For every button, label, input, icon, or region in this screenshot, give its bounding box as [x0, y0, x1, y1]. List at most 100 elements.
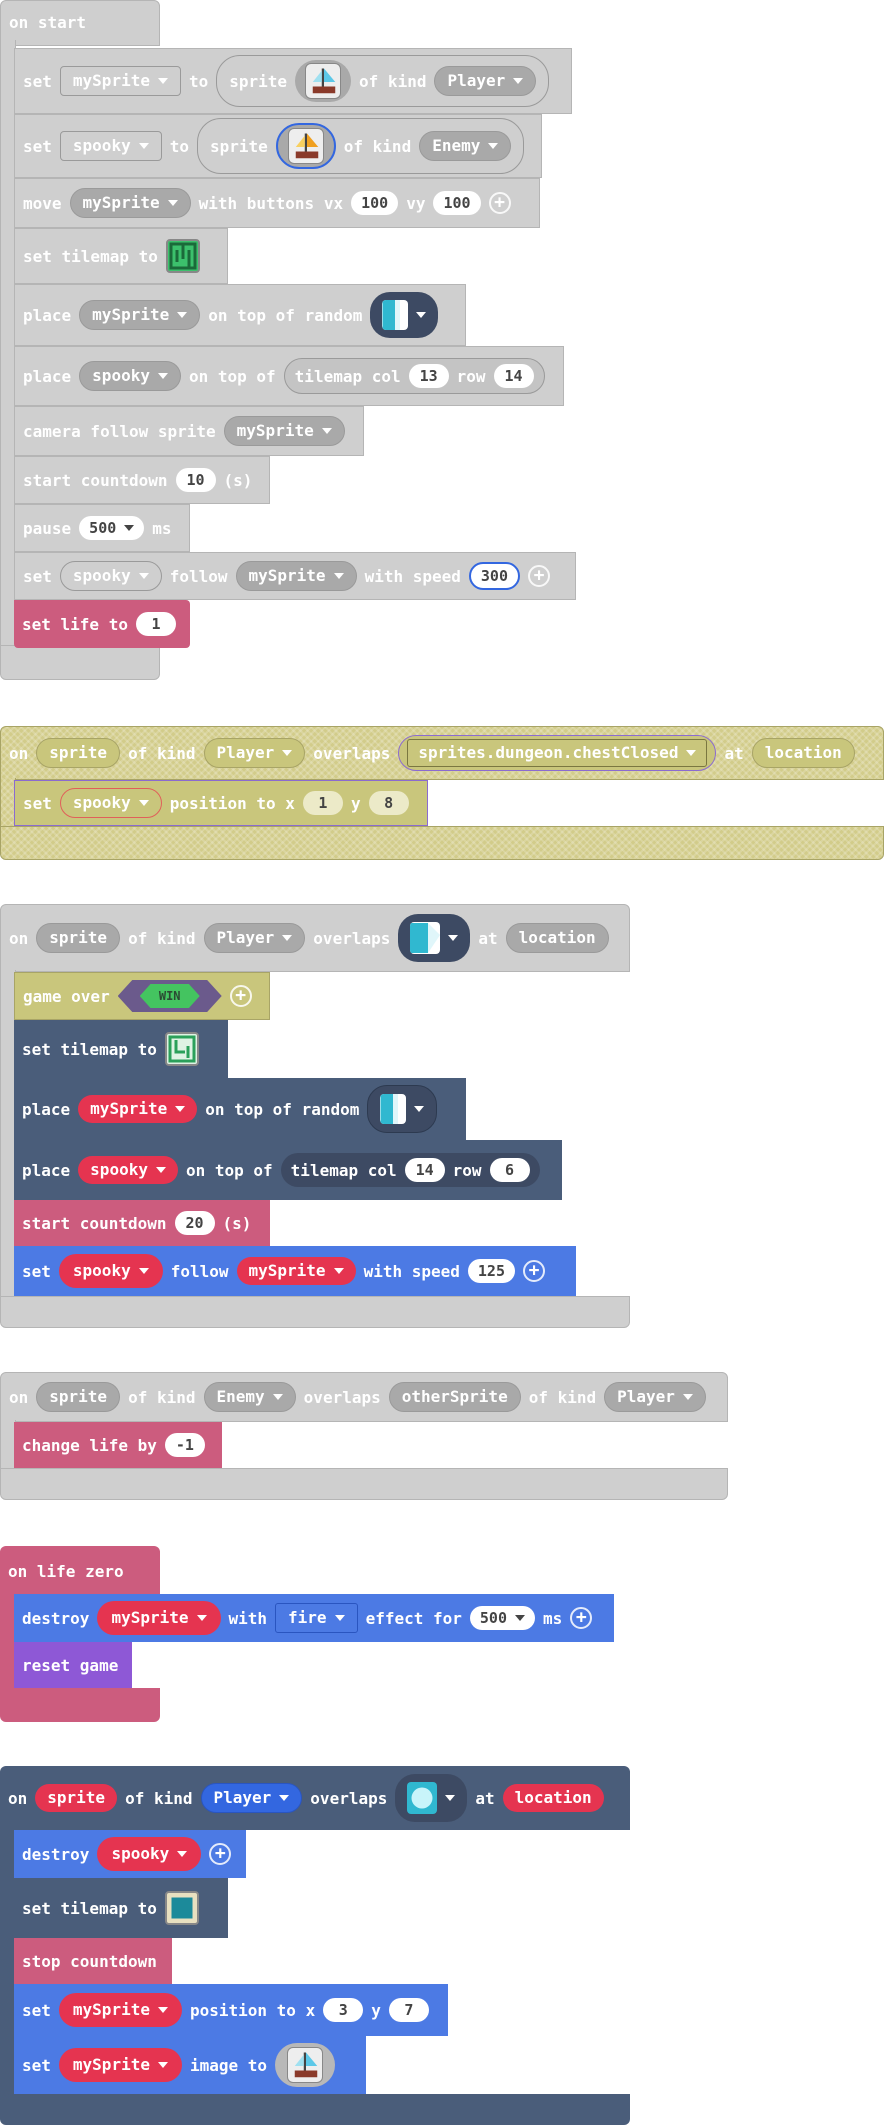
- kind-dropdown-enemy[interactable]: Enemy: [419, 131, 512, 161]
- tilemap-thumbnail-icon[interactable]: [165, 239, 200, 273]
- x-input[interactable]: 1: [302, 791, 343, 815]
- variable-dropdown[interactable]: spooky: [78, 1156, 178, 1184]
- sprite-create-block[interactable]: sprite of kind Player: [216, 55, 550, 107]
- plus-circle-icon[interactable]: +: [209, 1843, 232, 1865]
- plus-circle-icon[interactable]: +: [522, 1260, 545, 1282]
- tilemap-thumbnail-icon[interactable]: [164, 1032, 199, 1066]
- variable-dropdown[interactable]: mySprite: [78, 1095, 198, 1123]
- camera-follow-block[interactable]: camera follow sprite mySprite: [14, 406, 364, 456]
- sprite-create-block[interactable]: sprite of kind Enemy: [196, 118, 525, 174]
- overlap-chest-hat[interactable]: on sprite of kind Player overlaps sprite…: [0, 726, 884, 780]
- speed-input[interactable]: 300: [468, 562, 520, 590]
- variable-dropdown[interactable]: mySprite: [223, 416, 345, 446]
- overlap-final-hat[interactable]: on sprite of kind Player overlaps at loc…: [0, 1766, 630, 1830]
- col-input[interactable]: 13: [408, 364, 449, 388]
- location-param[interactable]: location: [502, 1784, 604, 1812]
- col-input[interactable]: 14: [404, 1158, 445, 1182]
- set-position-block[interactable]: set spooky position to x 1 y 8: [14, 780, 428, 826]
- sprite-param[interactable]: sprite: [36, 923, 121, 953]
- row-input[interactable]: 6: [489, 1158, 530, 1182]
- sprite-param[interactable]: sprite: [36, 1382, 121, 1412]
- kind-dropdown-enemy[interactable]: Enemy: [203, 1382, 296, 1412]
- on-life-zero-hat[interactable]: on life zero: [0, 1546, 160, 1596]
- place-tilemap-block[interactable]: place spooky on top of tilemap col 13 ro…: [14, 346, 564, 406]
- life-delta-input[interactable]: -1: [164, 1433, 205, 1457]
- image-field[interactable]: [275, 2043, 336, 2087]
- place-tilemap-block[interactable]: place spooky on top of tilemap col 14 ro…: [14, 1140, 562, 1200]
- tilemap-location-block[interactable]: tilemap col 13 row 14: [283, 358, 545, 394]
- set-tilemap-block[interactable]: set tilemap to: [14, 228, 228, 284]
- enemy-overlap-hat[interactable]: on sprite of kind Enemy overlaps otherSp…: [0, 1372, 728, 1422]
- y-input[interactable]: 8: [368, 791, 409, 815]
- plus-circle-icon[interactable]: +: [570, 1607, 593, 1629]
- follow-block[interactable]: set spooky follow mySprite with speed 30…: [14, 552, 576, 600]
- start-countdown-block[interactable]: start countdown 10 (s): [14, 456, 270, 504]
- game-over-block[interactable]: game over WIN +: [14, 972, 270, 1020]
- tilemap-thumbnail-icon[interactable]: [164, 1891, 199, 1925]
- sprite-param[interactable]: sprite: [36, 738, 121, 768]
- vx-input[interactable]: 100: [351, 191, 399, 215]
- variable-dropdown[interactable]: mySprite: [97, 1601, 221, 1635]
- kind-dropdown-player[interactable]: Player: [203, 923, 306, 953]
- start-countdown-block[interactable]: start countdown 20 (s): [14, 1200, 270, 1246]
- change-life-block[interactable]: change life by -1: [14, 1422, 222, 1468]
- variable-dropdown[interactable]: spooky: [59, 788, 162, 818]
- plus-circle-icon[interactable]: +: [229, 985, 252, 1007]
- y-input[interactable]: 7: [388, 1998, 429, 2022]
- location-param[interactable]: location: [505, 923, 609, 953]
- duration-dropdown[interactable]: 500: [469, 1606, 535, 1630]
- variable-dropdown[interactable]: spooky: [79, 361, 181, 391]
- variable-dropdown[interactable]: spooky: [97, 1837, 202, 1871]
- life-input[interactable]: 1: [135, 612, 176, 636]
- countdown-input[interactable]: 10: [175, 468, 216, 492]
- row-input[interactable]: 14: [493, 364, 534, 388]
- tile-picker[interactable]: [367, 1085, 438, 1133]
- variable-dropdown[interactable]: mySprite: [79, 300, 201, 330]
- variable-dropdown[interactable]: mySprite: [58, 2048, 182, 2082]
- tile-picker[interactable]: [370, 292, 439, 338]
- plus-circle-icon[interactable]: +: [527, 565, 550, 587]
- win-boolean[interactable]: WIN: [117, 980, 222, 1012]
- kind-dropdown-player[interactable]: Player: [203, 738, 306, 768]
- pause-block[interactable]: pause 500 ms: [14, 504, 190, 552]
- variable-dropdown[interactable]: mySprite: [69, 188, 191, 218]
- set-tilemap-block[interactable]: set tilemap to: [14, 1878, 228, 1938]
- other-sprite-param[interactable]: otherSprite: [388, 1382, 521, 1412]
- stop-countdown-block[interactable]: stop countdown: [14, 1938, 172, 1984]
- tile-picker-outer[interactable]: sprites.dungeon.chestClosed: [398, 735, 717, 771]
- set-mysprite-block[interactable]: set mySprite to sprite of kind Player: [14, 48, 572, 114]
- set-life-block[interactable]: set life to 1: [14, 600, 190, 648]
- kind-dropdown-player[interactable]: Player: [434, 66, 537, 96]
- speed-input[interactable]: 125: [467, 1259, 515, 1283]
- vy-input[interactable]: 100: [433, 191, 481, 215]
- set-spooky-block[interactable]: set spooky to sprite of kind Enemy: [14, 114, 542, 178]
- destroy-block[interactable]: destroy spooky +: [14, 1830, 246, 1878]
- place-random-block[interactable]: place mySprite on top of random: [14, 284, 466, 346]
- variable-dropdown[interactable]: spooky: [58, 1254, 163, 1288]
- variable-dropdown[interactable]: spooky: [59, 131, 162, 161]
- set-image-block[interactable]: set mySprite image to: [14, 2036, 366, 2094]
- set-tilemap-block[interactable]: set tilemap to: [14, 1020, 228, 1078]
- pause-dropdown[interactable]: 500: [79, 516, 145, 540]
- location-param[interactable]: location: [751, 738, 855, 768]
- reset-game-block[interactable]: reset game: [14, 1642, 132, 1688]
- sprite-image-field[interactable]: [295, 60, 352, 102]
- plus-circle-icon[interactable]: +: [488, 192, 511, 214]
- variable-dropdown[interactable]: spooky: [59, 561, 162, 591]
- variable-dropdown[interactable]: mySprite: [235, 561, 357, 591]
- countdown-input[interactable]: 20: [174, 1211, 215, 1235]
- tile-picker[interactable]: [395, 1774, 468, 1822]
- tilemap-location-block[interactable]: tilemap col 14 row 6: [280, 1153, 540, 1187]
- place-random-block[interactable]: place mySprite on top of random: [14, 1078, 466, 1140]
- overlap-win-hat[interactable]: on sprite of kind Player overlaps at loc…: [0, 904, 630, 972]
- tile-name-dropdown[interactable]: sprites.dungeon.chestClosed: [407, 739, 708, 767]
- variable-dropdown[interactable]: mySprite: [236, 1257, 356, 1285]
- set-position-block[interactable]: set mySprite position to x 3 y 7: [14, 1984, 448, 2036]
- kind-dropdown-player[interactable]: Player: [200, 1783, 303, 1813]
- variable-dropdown[interactable]: mySprite: [58, 1993, 182, 2027]
- destroy-effect-block[interactable]: destroy mySprite with fire effect for 50…: [14, 1594, 614, 1642]
- move-with-buttons-block[interactable]: move mySprite with buttons vx 100 vy 100…: [14, 178, 540, 228]
- follow-block[interactable]: set spooky follow mySprite with speed 12…: [14, 1246, 576, 1296]
- effect-dropdown[interactable]: fire: [275, 1603, 358, 1633]
- kind-dropdown-player[interactable]: Player: [604, 1382, 706, 1412]
